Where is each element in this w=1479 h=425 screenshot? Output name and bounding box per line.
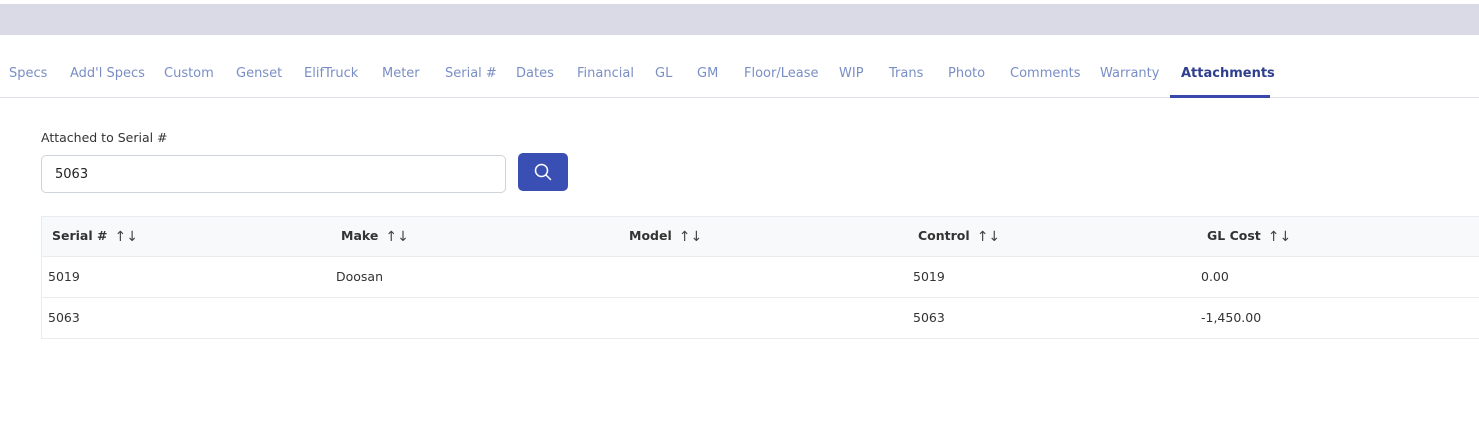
cell-control: 5063 [913, 310, 945, 325]
tab-addl-specs[interactable]: Add'l Specs [70, 52, 145, 97]
tab-gm[interactable]: GM [697, 52, 718, 97]
tab-bar: Specs Add'l Specs Custom Genset ElifTruc… [0, 52, 1479, 98]
tab-dates[interactable]: Dates [516, 52, 554, 97]
tab-genset[interactable]: Genset [236, 52, 282, 97]
table-row[interactable]: 5019 Doosan 5019 0.00 [42, 257, 1479, 298]
sort-icon: ↑↓ [1267, 228, 1292, 245]
cell-gl-cost: -1,450.00 [1201, 310, 1262, 325]
cell-gl-cost: 0.00 [1201, 269, 1229, 284]
sort-icon: ↑↓ [678, 228, 703, 245]
cell-make: Doosan [336, 269, 384, 284]
search-button[interactable] [518, 153, 568, 191]
search-icon [534, 163, 552, 181]
tab-financial[interactable]: Financial [577, 52, 634, 97]
tab-meter[interactable]: Meter [382, 52, 420, 97]
column-header-control[interactable]: Control ↑↓ [918, 217, 1000, 256]
tab-attachments[interactable]: Attachments [1181, 52, 1275, 97]
attachments-table: Serial # ↑↓ Make ↑↓ Model ↑↓ Control ↑↓ GL C… [41, 216, 1479, 339]
tab-serial[interactable]: Serial # [445, 52, 497, 97]
cell-control: 5019 [913, 269, 945, 284]
cell-serial: 5063 [48, 310, 80, 325]
top-header-band [0, 4, 1479, 35]
tab-floor-lease[interactable]: Floor/Lease [744, 52, 818, 97]
tab-gl[interactable]: GL [655, 52, 672, 97]
tab-warranty[interactable]: Warranty [1100, 52, 1159, 97]
tab-trans[interactable]: Trans [889, 52, 923, 97]
serial-search-input[interactable] [41, 155, 506, 193]
sort-icon: ↑↓ [976, 228, 1001, 245]
column-header-model[interactable]: Model ↑↓ [629, 217, 702, 256]
tab-photo[interactable]: Photo [948, 52, 985, 97]
sort-icon: ↑↓ [385, 228, 409, 245]
tab-comments[interactable]: Comments [1010, 52, 1080, 97]
column-header-make[interactable]: Make ↑↓ [341, 217, 409, 256]
column-header-gl-cost[interactable]: GL Cost ↑↓ [1207, 217, 1291, 256]
serial-field-label: Attached to Serial # [41, 130, 168, 145]
active-tab-indicator [1170, 95, 1270, 98]
column-header-serial[interactable]: Serial # ↑↓ [52, 217, 138, 256]
tab-wip[interactable]: WIP [839, 52, 864, 97]
sort-icon: ↑↓ [114, 228, 138, 245]
tab-custom[interactable]: Custom [164, 52, 214, 97]
tab-eliftruck[interactable]: ElifTruck [304, 52, 358, 97]
table-header-row: Serial # ↑↓ Make ↑↓ Model ↑↓ Control ↑↓ GL C… [42, 217, 1479, 257]
cell-serial: 5019 [48, 269, 80, 284]
table-row[interactable]: 5063 5063 -1,450.00 [42, 298, 1479, 339]
tab-specs[interactable]: Specs [9, 52, 47, 97]
